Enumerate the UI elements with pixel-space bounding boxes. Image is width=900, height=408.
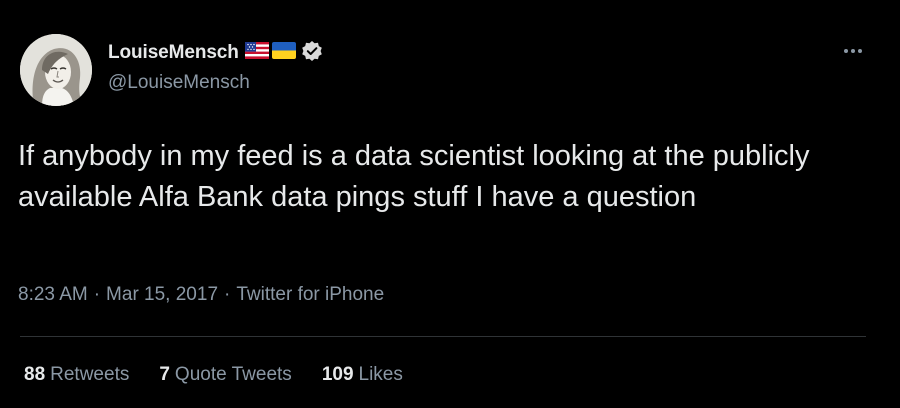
quote-tweets-label: Quote Tweets	[174, 364, 292, 385]
ukraine-flag-icon	[271, 42, 296, 64]
tweet-date[interactable]: Mar 15, 2017	[106, 284, 218, 305]
tweet-time[interactable]: 8:23 AM	[18, 284, 88, 305]
tweet-card: LouiseMensch @LouiseMensch If anybody in…	[0, 0, 900, 408]
quote-tweets-count: 7	[159, 364, 170, 385]
likes-label: Likes	[358, 364, 403, 385]
author-display-name[interactable]: LouiseMensch	[108, 42, 239, 64]
author-handle[interactable]: @LouiseMensch	[108, 72, 250, 94]
divider	[20, 336, 866, 337]
author-name-row: LouiseMensch	[108, 40, 323, 66]
likes-count: 109	[321, 364, 354, 385]
tweet-text: If anybody in my feed is a data scientis…	[18, 140, 810, 213]
us-flag-icon	[244, 42, 269, 64]
verified-badge-icon	[301, 40, 323, 67]
avatar-portrait-icon	[20, 34, 92, 106]
retweets-label: Retweets	[50, 364, 130, 385]
tweet-source[interactable]: Twitter for iPhone	[236, 284, 384, 305]
engagement-stats: 88 Retweets 7 Quote Tweets 109 Likes	[24, 364, 433, 386]
meta-separator: ·	[93, 284, 101, 305]
meta-separator: ·	[224, 284, 231, 305]
likes-stat[interactable]: 109 Likes	[322, 364, 403, 386]
retweets-stat[interactable]: 88 Retweets	[24, 364, 129, 386]
retweets-count: 88	[24, 364, 46, 385]
avatar[interactable]	[20, 34, 92, 106]
more-options-icon[interactable]	[840, 44, 866, 58]
quote-tweets-stat[interactable]: 7 Quote Tweets	[159, 364, 291, 386]
tweet-meta: 8:23 AM · Mar 15, 2017 · Twitter for iPhone	[18, 284, 384, 306]
